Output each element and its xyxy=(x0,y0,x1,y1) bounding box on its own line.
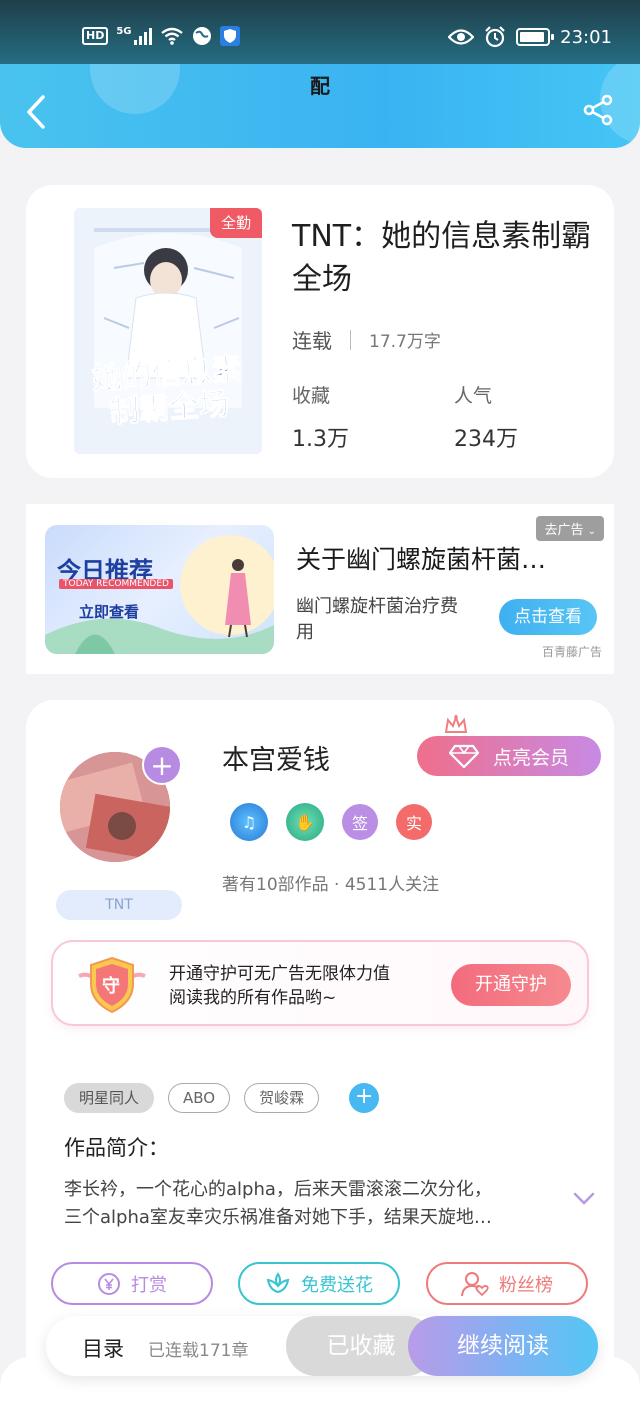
back-button[interactable] xyxy=(18,92,54,132)
user-heart-icon xyxy=(461,1271,489,1296)
chevron-down-icon: ⌄ xyxy=(587,526,596,537)
follow-plus-button[interactable]: + xyxy=(142,745,182,785)
ad-view-button[interactable]: 点击查看 xyxy=(499,599,597,635)
book-status: 连载 xyxy=(292,329,332,353)
hd-icon: HD xyxy=(82,27,109,45)
send-flower-label: 免费送花 xyxy=(301,1274,373,1296)
tag-list: 明星同人 ABO 贺峻霖 + xyxy=(64,1083,380,1113)
book-info-card: 她的信息素 制霸全场 全勤 TNT：她的信息素制霸全场 连载 17.7万字 收藏… xyxy=(26,185,614,478)
reward-button[interactable]: 打赏 xyxy=(51,1262,213,1305)
security-shield-icon xyxy=(219,26,240,46)
fans-ranking-label: 粉丝榜 xyxy=(499,1274,553,1296)
status-left: HD 5G xyxy=(82,26,240,46)
ad-image-subtitle: TODAY RECOMMENDED xyxy=(59,579,173,589)
add-tag-button[interactable]: + xyxy=(349,1083,380,1113)
cover-badge: 全勤 xyxy=(210,208,262,238)
ad-description: 幽门螺旋杆菌治疗费用 xyxy=(296,596,458,643)
favorites-value: 1.3万 xyxy=(292,427,349,452)
chapter-count: 已连载171章 xyxy=(148,1341,249,1361)
popularity-value: 234万 xyxy=(454,427,518,452)
author-fan-tag: TNT xyxy=(56,890,182,920)
diamond-icon xyxy=(448,744,479,768)
intro-text[interactable]: 李长衿，一个花心的alpha，后来天雷滚滚二次分化， 三个alpha室友幸灾乐祸… xyxy=(64,1176,544,1232)
yen-coin-icon xyxy=(98,1272,120,1295)
author-badges: ♫ ✋ 签 实 xyxy=(230,803,432,841)
ad-banner[interactable]: 今日推荐 TODAY RECOMMENDED 立即查看 去广告 ⌄ 关于幽门螺旋… xyxy=(26,504,614,674)
alarm-icon xyxy=(485,26,505,48)
intro-line-1: 李长衿，一个花心的alpha，后来天雷滚滚二次分化， xyxy=(64,1179,492,1200)
toc-button[interactable]: 目录 xyxy=(82,1333,124,1363)
status-bar: HD 5G 23:01 xyxy=(0,0,640,64)
bottom-action-bar: 目录 已连载171章 已收藏 继续阅读 xyxy=(46,1316,598,1376)
vip-button[interactable]: 点亮会员 xyxy=(417,736,601,776)
popularity-label: 人气 xyxy=(454,385,493,407)
guard-text-line1: 开通守护可无广告无限体力值 xyxy=(169,964,390,984)
status-right: 23:01 xyxy=(448,26,612,48)
author-meta: 著有10部作品 · 4511人关注 xyxy=(222,875,440,895)
globe-icon xyxy=(192,27,211,45)
chevron-left-icon xyxy=(27,95,45,129)
book-cover[interactable]: 她的信息素 制霸全场 全勤 xyxy=(74,208,262,454)
book-status-row: 连载 17.7万字 xyxy=(292,325,441,354)
ad-source: 百青藤广告 xyxy=(541,645,602,659)
ad-image-cta: 立即查看 xyxy=(79,603,140,621)
guard-description: 开通守护可无广告无限体力值 阅读我的所有作品哟~ xyxy=(169,962,390,1010)
favorites-label: 收藏 xyxy=(292,385,331,407)
tag-item[interactable]: ABO xyxy=(168,1083,231,1113)
ad-image[interactable]: 今日推荐 TODAY RECOMMENDED 立即查看 xyxy=(45,525,274,654)
guard-promo: 守 开通守护可无广告无限体力值 阅读我的所有作品哟~ 开通守护 xyxy=(51,940,589,1026)
share-button[interactable] xyxy=(582,94,618,130)
flower-icon xyxy=(266,1271,290,1293)
guard-icon-text: 守 xyxy=(102,976,120,997)
crown-icon xyxy=(444,714,468,733)
share-icon xyxy=(583,94,613,126)
ad-illustration xyxy=(45,535,274,654)
clock: 23:01 xyxy=(560,26,612,48)
battery-icon xyxy=(516,28,555,46)
author-name: 本宫爱钱 xyxy=(222,745,330,776)
intro-line-2: 三个alpha室友幸灾乐祸准备对她下手，结果天旋地… xyxy=(64,1207,492,1228)
sign-badge: 签 xyxy=(342,804,378,840)
send-flower-button[interactable]: 免费送花 xyxy=(238,1262,400,1305)
intro-title: 作品简介： xyxy=(64,1136,169,1160)
author-card: + TNT 本宫爱钱 点亮会员 ♫ ✋ 签 实 著有10部作品 · 4511人关… xyxy=(26,700,614,1422)
reward-label: 打赏 xyxy=(131,1274,167,1296)
remove-ad-button[interactable]: 去广告 ⌄ xyxy=(536,516,604,541)
book-title: TNT：她的信息素制霸全场 xyxy=(292,219,592,297)
divider xyxy=(350,329,351,350)
ad-title[interactable]: 关于幽门螺旋菌杆菌… xyxy=(296,540,566,576)
handshake-badge-icon: ✋ xyxy=(286,803,324,841)
vip-button-label: 点亮会员 xyxy=(492,746,569,769)
chevron-down-icon[interactable] xyxy=(573,1192,595,1206)
wifi-icon xyxy=(160,27,183,45)
guard-text-line2: 阅读我的所有作品哟~ xyxy=(169,988,337,1008)
verified-badge: 实 xyxy=(396,804,432,840)
remove-ad-label: 去广告 xyxy=(544,523,584,538)
word-count: 17.7万字 xyxy=(369,332,441,352)
network-type: 5G xyxy=(116,25,132,37)
music-badge-icon: ♫ xyxy=(230,803,268,841)
open-guard-button[interactable]: 开通守护 xyxy=(451,964,571,1006)
top-header: 配 xyxy=(0,64,640,148)
signal-icon xyxy=(133,27,152,45)
eye-icon xyxy=(448,29,475,45)
continue-reading-button[interactable]: 继续阅读 xyxy=(408,1316,598,1376)
cover-title-art: 她的信息素 制霸全场 xyxy=(90,351,243,431)
tag-item[interactable]: 贺峻霖 xyxy=(244,1083,320,1113)
page-title: 配 xyxy=(310,74,330,98)
fans-ranking-button[interactable]: 粉丝榜 xyxy=(426,1262,588,1305)
tag-item[interactable]: 明星同人 xyxy=(64,1083,155,1113)
